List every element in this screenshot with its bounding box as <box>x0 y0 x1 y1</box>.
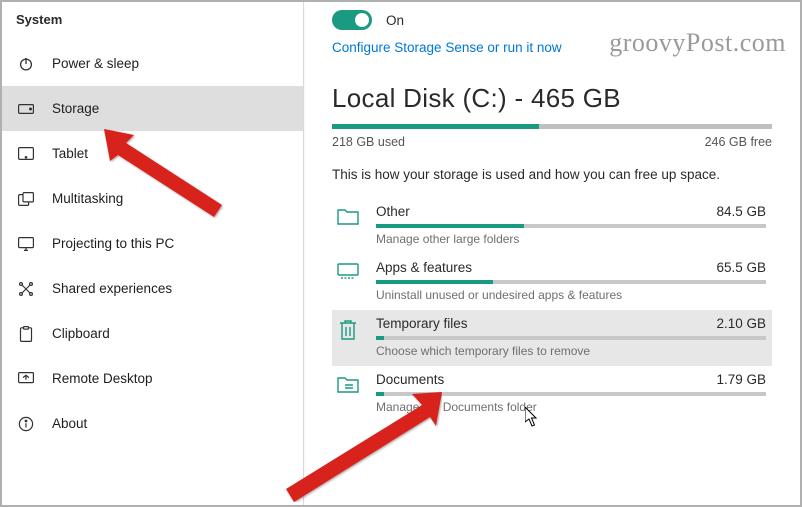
category-size: 2.10 GB <box>716 316 766 331</box>
category-size: 84.5 GB <box>716 204 766 219</box>
sidebar-item-clipboard[interactable]: Clipboard <box>2 311 303 356</box>
sidebar-item-storage[interactable]: Storage <box>2 86 303 131</box>
configure-storage-sense-link[interactable]: Configure Storage Sense or run it now <box>332 40 562 55</box>
trash-icon <box>334 316 362 358</box>
power-icon <box>18 56 34 72</box>
sidebar-item-label: Power & sleep <box>52 56 139 71</box>
sidebar-item-label: Projecting to this PC <box>52 236 174 251</box>
sidebar-item-about[interactable]: About <box>2 401 303 446</box>
category-name: Documents <box>376 372 444 387</box>
sidebar-item-label: Clipboard <box>52 326 110 341</box>
category-name: Temporary files <box>376 316 468 331</box>
category-name: Other <box>376 204 410 219</box>
folder-icon <box>334 204 362 246</box>
storage-explain: This is how your storage is used and how… <box>332 167 772 182</box>
category-documents[interactable]: Documents 1.79 GB Manage the Documents f… <box>332 366 772 422</box>
category-name: Apps & features <box>376 260 472 275</box>
sidebar-item-tablet[interactable]: Tablet <box>2 131 303 176</box>
category-other[interactable]: Other 84.5 GB Manage other large folders <box>332 198 772 254</box>
disk-usage-bar <box>332 124 772 129</box>
multitask-icon <box>18 191 34 207</box>
sidebar-item-remote-desktop[interactable]: Remote Desktop <box>2 356 303 401</box>
drive-icon <box>18 101 34 117</box>
sidebar: System Power & sleep Storage <box>2 2 304 505</box>
disk-title: Local Disk (C:) - 465 GB <box>332 83 772 114</box>
category-temporary-files[interactable]: Temporary files 2.10 GB Choose which tem… <box>332 310 772 366</box>
sidebar-header: System <box>2 8 303 41</box>
sidebar-item-label: Storage <box>52 101 99 116</box>
apps-icon <box>334 260 362 302</box>
disk-used-label: 218 GB used <box>332 135 405 149</box>
tablet-icon <box>18 146 34 162</box>
storage-panel: On Configure Storage Sense or run it now… <box>304 2 800 505</box>
category-bar <box>376 224 766 228</box>
category-bar <box>376 280 766 284</box>
clipboard-icon <box>18 326 34 342</box>
category-subtext: Manage other large folders <box>376 232 766 246</box>
sidebar-item-label: Shared experiences <box>52 281 172 296</box>
documents-icon <box>334 372 362 414</box>
share-icon <box>18 281 34 297</box>
category-subtext: Manage the Documents folder <box>376 400 766 414</box>
sidebar-item-power-sleep[interactable]: Power & sleep <box>2 41 303 86</box>
toggle-state-label: On <box>386 13 404 28</box>
storage-sense-toggle[interactable] <box>332 10 372 30</box>
category-subtext: Choose which temporary files to remove <box>376 344 766 358</box>
category-subtext: Uninstall unused or undesired apps & fea… <box>376 288 766 302</box>
sidebar-item-label: About <box>52 416 87 431</box>
remote-icon <box>18 371 34 387</box>
project-icon <box>18 236 34 252</box>
sidebar-item-shared[interactable]: Shared experiences <box>2 266 303 311</box>
sidebar-item-label: Remote Desktop <box>52 371 153 386</box>
sidebar-item-multitasking[interactable]: Multitasking <box>2 176 303 221</box>
info-icon <box>18 416 34 432</box>
category-bar <box>376 336 766 340</box>
category-size: 1.79 GB <box>716 372 766 387</box>
category-apps-features[interactable]: Apps & features 65.5 GB Uninstall unused… <box>332 254 772 310</box>
category-bar <box>376 392 766 396</box>
sidebar-item-label: Multitasking <box>52 191 123 206</box>
category-size: 65.5 GB <box>716 260 766 275</box>
sidebar-item-label: Tablet <box>52 146 88 161</box>
disk-free-label: 246 GB free <box>705 135 772 149</box>
sidebar-item-projecting[interactable]: Projecting to this PC <box>2 221 303 266</box>
